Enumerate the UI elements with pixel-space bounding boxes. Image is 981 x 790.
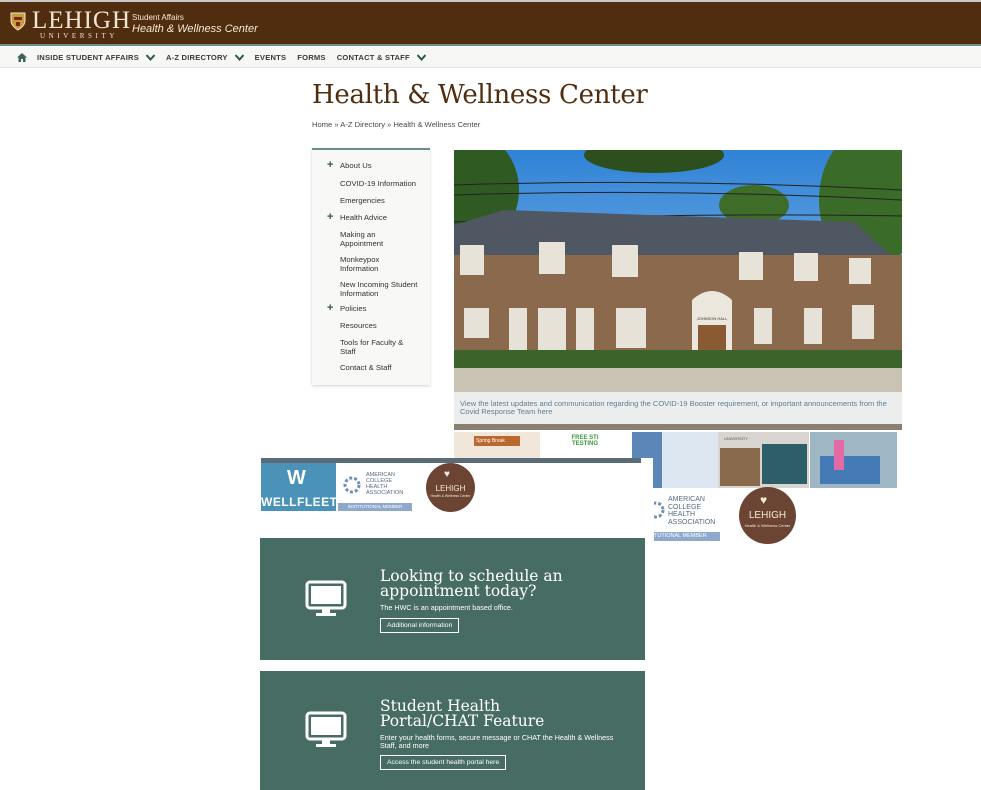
carousel-indicator-bar <box>454 424 902 430</box>
sidebar-item-contact-staff[interactable]: Contact & Staff <box>340 363 424 373</box>
chevron-down-icon[interactable] <box>146 53 155 61</box>
section-sidebar: + About Us COVID-19 Information Emergenci… <box>312 148 430 385</box>
building-sign: JOHNSON HALL <box>697 316 728 321</box>
sidebar-item-about-us[interactable]: + About Us <box>327 160 424 171</box>
plus-icon[interactable]: + <box>327 160 333 170</box>
acha-member-label: INSTITUTIONAL MEMBER <box>338 503 412 511</box>
sidebar-item-label: New Incoming Student Information <box>340 280 418 298</box>
chevron-down-icon[interactable] <box>234 53 244 61</box>
sidebar-item-label: Making an Appointment <box>340 230 384 248</box>
acha-logo-2[interactable]: AMERICAN COLLEGE HEALTH ASSOCIATION TUTI… <box>654 494 720 542</box>
nav-inside-student-affairs[interactable]: INSIDE STUDENT AFFAIRS <box>37 53 155 62</box>
panel-title: Looking to schedule an appointment today… <box>380 567 563 600</box>
thumbnail-text: UNIVERSITY <box>724 436 749 441</box>
chevron-down-icon[interactable] <box>416 53 426 61</box>
unit-department: Student Affairs <box>132 13 184 22</box>
sidebar-item-label: Monkeypox Information <box>340 255 380 273</box>
acha-text: ASSOCIATION <box>366 490 404 496</box>
panel-title: Student Health Portal/CHAT Feature <box>380 697 545 730</box>
thumbnail-text: Spring Break <box>474 436 520 446</box>
hwc-logo-subtext: Health & Wellness Center <box>430 494 471 498</box>
hwc-logo-text: LEHIGH <box>748 510 787 521</box>
additional-information-button[interactable]: Additional information <box>380 618 460 633</box>
page-title: Health & Wellness Center <box>312 80 648 110</box>
plus-icon[interactable]: + <box>327 303 333 313</box>
lehigh-logo[interactable]: LEHIGH UNIVERSITY <box>10 7 132 41</box>
sidebar-item-tools-faculty[interactable]: Tools for Faculty & Staff <box>340 338 414 356</box>
acha-text: COLLEGE <box>668 503 702 511</box>
heart-icon: ♥ <box>760 493 768 507</box>
acha-logo[interactable]: AMERICAN COLLEGE HEALTH ASSOCIATION INST… <box>338 463 412 511</box>
thumbnail-university[interactable]: UNIVERSITY <box>718 432 809 488</box>
sidebar-item-resources[interactable]: Resources <box>340 321 424 331</box>
nav-item-label: FORMS <box>297 52 326 62</box>
acha-member-label: TUTIONAL MEMBER <box>654 532 720 541</box>
sidebar-item-label: Contact & Staff <box>340 363 392 372</box>
sidebar-item-covid-19[interactable]: COVID-19 Information <box>340 179 424 189</box>
acha-text: AMERICAN <box>668 496 705 503</box>
sidebar-item-label: Health Advice <box>340 213 388 222</box>
unit-name: Health & Wellness Center <box>132 23 258 35</box>
sidebar-item-label: About Us <box>340 161 372 170</box>
hero-image[interactable]: JOHNSON HALL <box>454 150 902 392</box>
sidebar-item-label: COVID-19 Information <box>340 179 417 188</box>
wellfleet-logo[interactable]: W WELLFLEET <box>261 463 338 511</box>
sidebar-item-new-incoming[interactable]: New Incoming Student Information <box>340 280 424 298</box>
hwc-logo[interactable]: ♥ LEHIGH Health & Wellness Center <box>426 463 475 512</box>
nav-events[interactable]: EVENTS <box>255 53 287 62</box>
w-mark-icon: W <box>287 467 306 489</box>
nav-forms[interactable]: FORMS <box>297 53 325 62</box>
acha-text: ASSOCIATION <box>668 518 716 526</box>
sidebar-item-emergencies[interactable]: Emergencies <box>340 196 424 206</box>
nav-a-z-directory[interactable]: A-Z DIRECTORY <box>166 53 244 62</box>
main-navigation: INSIDE STUDENT AFFAIRS A-Z DIRECTORY EVE… <box>0 44 981 68</box>
sidebar-item-label: Resources <box>340 321 377 330</box>
nav-item-label: EVENTS <box>254 52 287 62</box>
sidebar-item-label: Tools for Faculty & Staff <box>340 338 404 356</box>
breadcrumb[interactable]: Home » A-Z Directory » Health & Wellness… <box>312 120 480 129</box>
student-health-portal-button[interactable]: Access the student health portal here <box>380 755 507 770</box>
hwc-logo-2[interactable]: ♥ LEHIGH Health & Wellness Center <box>739 487 796 544</box>
johnson-hall-photo: JOHNSON HALL <box>454 150 902 392</box>
thumbnail-students[interactable] <box>810 432 897 488</box>
heart-icon: ♥ <box>444 469 450 480</box>
sidebar-item-label: Emergencies <box>340 196 385 205</box>
hero-caption[interactable]: View the latest updates and communicatio… <box>454 392 902 424</box>
thumbnail-text: FREE STI TESTING <box>571 435 599 447</box>
shield-icon <box>10 12 26 31</box>
unit-title[interactable]: Student Affairs Health & Wellness Center <box>132 13 258 36</box>
monitor-icon <box>305 711 347 747</box>
plus-icon[interactable]: + <box>327 212 333 222</box>
logo-wordmark: LEHIGH <box>32 7 132 34</box>
nav-item-label: INSIDE STUDENT AFFAIRS <box>37 52 139 62</box>
acha-ring-icon <box>654 501 665 519</box>
sidebar-item-label: Policies <box>340 304 367 313</box>
site-header: LEHIGH UNIVERSITY Student Affairs Health… <box>0 2 981 44</box>
nav-contact-staff[interactable]: CONTACT & STAFF <box>337 53 426 62</box>
sidebar-item-monkeypox[interactable]: Monkeypox Information <box>340 255 400 273</box>
panel-text: Enter your health forms, secure message … <box>380 733 614 750</box>
panel-text: The HWC is an appointment based office. <box>380 603 513 612</box>
monitor-icon <box>305 580 347 616</box>
hwc-logo-subtext: Health & Wellness Center <box>744 523 791 528</box>
nav-item-label: A-Z DIRECTORY <box>166 52 228 62</box>
acha-text: HEALTH <box>668 511 696 518</box>
sidebar-item-making-appointment[interactable]: Making an Appointment <box>340 230 400 248</box>
home-icon[interactable] <box>17 52 27 62</box>
sidebar-item-health-advice[interactable]: + Health Advice <box>327 212 424 223</box>
acha-ring-icon <box>343 476 361 494</box>
logo-subtext: UNIVERSITY <box>40 32 118 40</box>
appointment-panel: Looking to schedule an appointment today… <box>260 538 645 660</box>
health-portal-panel: Student Health Portal/CHAT Feature Enter… <box>260 671 645 790</box>
wellfleet-text: WELLFLEET <box>261 495 338 509</box>
sidebar-item-policies[interactable]: + Policies <box>327 303 424 314</box>
hwc-logo-text: LEHIGH <box>435 484 466 493</box>
nav-item-label: CONTACT & STAFF <box>336 52 410 62</box>
